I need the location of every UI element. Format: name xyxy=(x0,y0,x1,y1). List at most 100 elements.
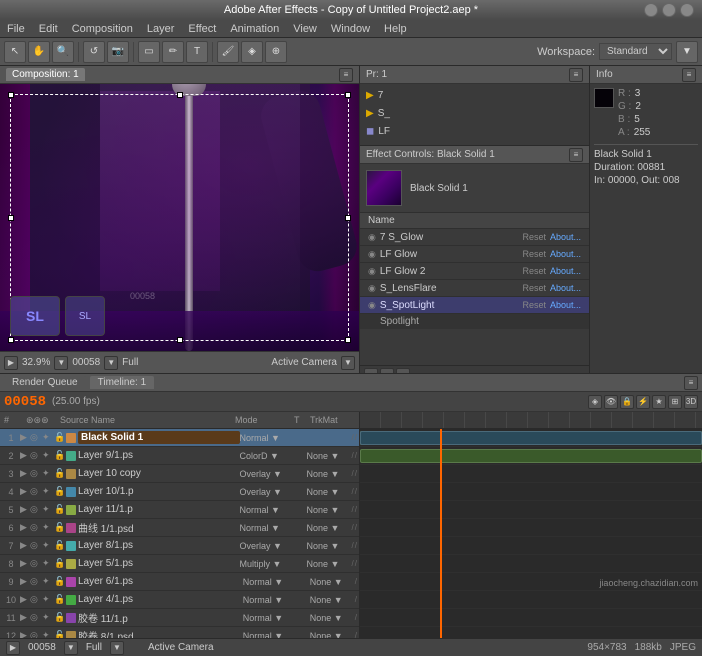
project-file-row-2[interactable]: ▶ S_ xyxy=(362,104,587,122)
layer-vis-12[interactable]: ◎ xyxy=(30,630,42,638)
switch-5b[interactable]: / xyxy=(355,505,357,514)
render-queue-tab[interactable]: Render Queue xyxy=(4,376,86,389)
tl-adjust-btn[interactable]: ⊞ xyxy=(668,395,682,409)
switch-7a[interactable]: / xyxy=(352,541,354,550)
layer-lock-12[interactable]: 🔓 xyxy=(54,630,66,638)
select-tool-btn[interactable]: ↖ xyxy=(4,41,26,63)
composition-tab[interactable]: Composition: 1 xyxy=(6,68,85,81)
tl-motion-btn[interactable]: ⚡ xyxy=(636,395,650,409)
window-controls[interactable] xyxy=(644,3,694,17)
switch-3b[interactable]: / xyxy=(355,469,357,478)
layer-expand-6[interactable]: ▶ xyxy=(20,522,30,533)
mb-btn-3[interactable]: + xyxy=(396,368,410,373)
effect-reset-3[interactable]: Reset xyxy=(522,266,546,276)
effect-row-5[interactable]: ◉ S_SpotLight Reset About... xyxy=(360,297,589,314)
layer-solo-3[interactable]: ✦ xyxy=(42,468,54,479)
layer-expand-1[interactable]: ▶ xyxy=(20,432,30,443)
layer-row-12[interactable]: 12 ▶ ◎ ✦ 🔓 胶卷 8/1.psd Normal ▼ None ▼ / xyxy=(0,627,359,638)
zoom-dropdown-btn[interactable]: ▼ xyxy=(54,356,68,370)
switch-11a[interactable]: / xyxy=(355,613,357,622)
menu-window[interactable]: Window xyxy=(328,23,373,35)
layer-lock-11[interactable]: 🔓 xyxy=(54,612,66,623)
effect-eye-4[interactable]: ◉ xyxy=(368,283,376,294)
layer-row-2[interactable]: 2 ▶ ◎ ✦ 🔓 Layer 9/1.ps ColorD ▼ None ▼ /… xyxy=(0,447,359,465)
layer-row-9[interactable]: 9 ▶ ◎ ✦ 🔓 Layer 6/1.ps Normal ▼ None ▼ / xyxy=(0,573,359,591)
pen-tool-btn[interactable]: ✏ xyxy=(162,41,184,63)
mb-btn-1[interactable]: ◀ xyxy=(364,368,378,373)
zoom-tool-btn[interactable]: 🔍 xyxy=(52,41,74,63)
menu-animation[interactable]: Animation xyxy=(227,23,282,35)
layer-trkmat-2[interactable]: None ▼ xyxy=(307,451,352,461)
effect-row-4[interactable]: ◉ S_LensFlare Reset About... xyxy=(360,280,589,297)
hand-tool-btn[interactable]: ✋ xyxy=(28,41,50,63)
switch-6b[interactable]: / xyxy=(355,523,357,532)
switch-1a[interactable]: / xyxy=(352,433,354,442)
effect-about-3[interactable]: About... xyxy=(550,266,581,276)
layer-vis-1[interactable]: ◎ xyxy=(30,432,42,443)
tl-lock-btn[interactable]: 🔒 xyxy=(620,395,634,409)
layer-trkmat-8[interactable]: None ▼ xyxy=(307,559,352,569)
tl-solo-btn[interactable]: ◈ xyxy=(588,395,602,409)
switch-2b[interactable]: / xyxy=(355,451,357,460)
layer-expand-7[interactable]: ▶ xyxy=(20,540,30,551)
effect-panel-menu[interactable]: ≡ xyxy=(569,148,583,162)
effect-row-3[interactable]: ◉ LF Glow 2 Reset About... xyxy=(360,263,589,280)
layer-row-10[interactable]: 10 ▶ ◎ ✦ 🔓 Layer 4/1.ps Normal ▼ None ▼ … xyxy=(0,591,359,609)
layer-lock-2[interactable]: 🔓 xyxy=(54,450,66,461)
close-btn[interactable] xyxy=(644,3,658,17)
layer-lock-7[interactable]: 🔓 xyxy=(54,540,66,551)
layer-row-4[interactable]: 4 ▶ ◎ ✦ 🔓 Layer 10/1.p Overlay ▼ None ▼ … xyxy=(0,483,359,501)
menu-view[interactable]: View xyxy=(290,23,320,35)
tl-3d-btn[interactable]: 3D xyxy=(684,395,698,409)
timeline-panel-menu[interactable]: ≡ xyxy=(684,376,698,390)
tl-effects-btn[interactable]: ★ xyxy=(652,395,666,409)
effect-about-5[interactable]: About... xyxy=(550,300,581,310)
layer-mode-4[interactable]: Overlay ▼ xyxy=(240,487,295,497)
layer-expand-3[interactable]: ▶ xyxy=(20,468,30,479)
layer-vis-11[interactable]: ◎ xyxy=(30,612,42,623)
layer-solo-2[interactable]: ✦ xyxy=(42,450,54,461)
rotate-tool-btn[interactable]: ↺ xyxy=(83,41,105,63)
menu-composition[interactable]: Composition xyxy=(69,23,136,35)
layer-trkmat-3[interactable]: None ▼ xyxy=(307,469,352,479)
layer-lock-10[interactable]: 🔓 xyxy=(54,594,66,605)
switch-7b[interactable]: / xyxy=(355,541,357,550)
layer-row-6[interactable]: 6 ▶ ◎ ✦ 🔓 曲线 1/1.psd Normal ▼ None ▼ / / xyxy=(0,519,359,537)
layer-row-3[interactable]: 3 ▶ ◎ ✦ 🔓 Layer 10 copy Overlay ▼ None ▼… xyxy=(0,465,359,483)
project-file-row-3[interactable]: ◼ LF xyxy=(362,122,587,140)
paint-tool-btn[interactable]: 🖌 xyxy=(217,41,239,63)
project-panel-menu[interactable]: ≡ xyxy=(569,68,583,82)
layer-row-5[interactable]: 5 ▶ ◎ ✦ 🔓 Layer 11/1.p Normal ▼ None ▼ /… xyxy=(0,501,359,519)
camera-tool-btn[interactable]: 📷 xyxy=(107,41,129,63)
mb-btn-2[interactable]: ▶ xyxy=(380,368,394,373)
layer-vis-2[interactable]: ◎ xyxy=(30,450,42,461)
menu-file[interactable]: File xyxy=(4,23,28,35)
layer-lock-8[interactable]: 🔓 xyxy=(54,558,66,569)
camera-dropdown[interactable]: ▼ xyxy=(341,356,355,370)
layer-vis-7[interactable]: ◎ xyxy=(30,540,42,551)
status-quality-btn[interactable]: ▼ xyxy=(110,641,124,655)
effect-eye-3[interactable]: ◉ xyxy=(368,266,376,277)
switch-1b[interactable]: / xyxy=(355,433,357,442)
layer-solo-5[interactable]: ✦ xyxy=(42,504,54,515)
maximize-btn[interactable] xyxy=(680,3,694,17)
effect-row-1[interactable]: ◉ 7 S_Glow Reset About... xyxy=(360,229,589,246)
switch-10a[interactable]: / xyxy=(355,595,357,604)
effect-eye-5[interactable]: ◉ xyxy=(368,300,376,311)
switch-8b[interactable]: / xyxy=(355,559,357,568)
layer-expand-5[interactable]: ▶ xyxy=(20,504,30,515)
workspace-options-btn[interactable]: ▼ xyxy=(676,41,698,63)
text-tool-btn[interactable]: T xyxy=(186,41,208,63)
layer-lock-6[interactable]: 🔓 xyxy=(54,522,66,533)
layer-solo-9[interactable]: ✦ xyxy=(42,576,54,587)
minimize-btn[interactable] xyxy=(662,3,676,17)
menu-help[interactable]: Help xyxy=(381,23,410,35)
workspace-dropdown[interactable]: Standard Animation Minimal xyxy=(599,43,672,60)
layer-mode-2[interactable]: ColorD ▼ xyxy=(240,451,295,461)
layer-lock-4[interactable]: 🔓 xyxy=(54,486,66,497)
layer-mode-3[interactable]: Overlay ▼ xyxy=(240,469,295,479)
effect-reset-1[interactable]: Reset xyxy=(522,232,546,242)
layer-solo-8[interactable]: ✦ xyxy=(42,558,54,569)
switch-2a[interactable]: / xyxy=(352,451,354,460)
layer-trkmat-7[interactable]: None ▼ xyxy=(307,541,352,551)
